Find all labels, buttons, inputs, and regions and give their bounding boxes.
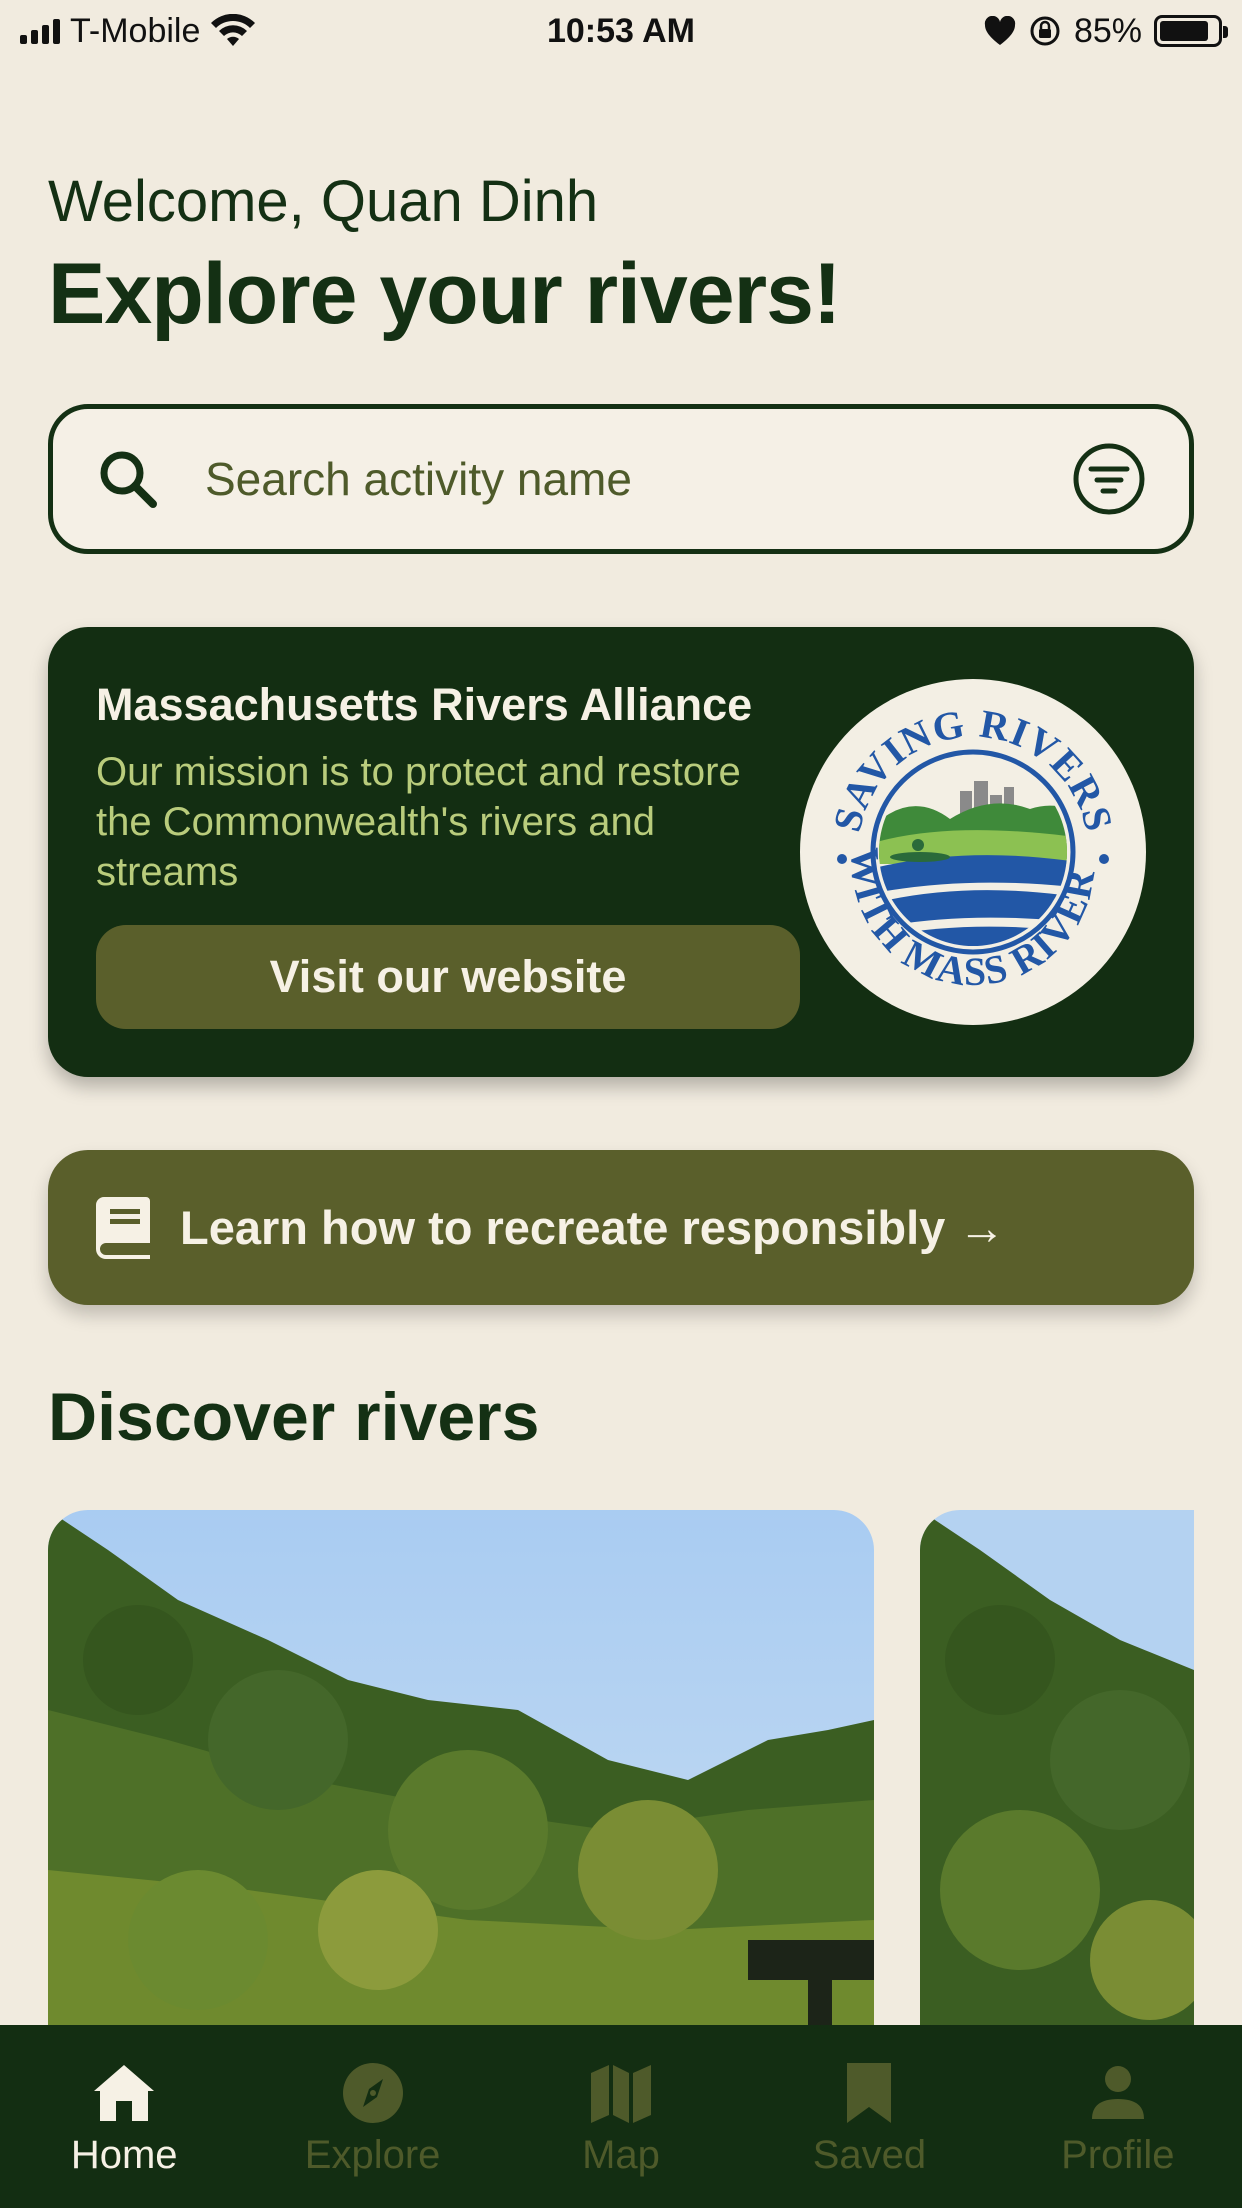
tab-label: Home (70, 2133, 178, 2177)
heart-icon (984, 16, 1016, 45)
status-left: T-Mobile (20, 12, 256, 51)
tab-bar: Home Explore Map Saved Profile (0, 2025, 1242, 2208)
river-card[interactable] (48, 1510, 874, 2030)
river-card[interactable] (920, 1510, 1194, 2030)
wifi-icon (211, 14, 256, 46)
learn-responsibly-button[interactable]: Learn how to recreate responsibly → (48, 1150, 1194, 1305)
tab-profile[interactable]: Profile (994, 2025, 1242, 2208)
discover-title: Discover rivers (48, 1379, 540, 1455)
mass-rivers-logo: SAVING RIVERS WITH MASS RIVERS (800, 679, 1146, 1025)
book-icon (96, 1196, 150, 1259)
bookmark-icon (847, 2063, 892, 2123)
status-bar: T-Mobile 10:53 AM 85% (0, 0, 1242, 62)
tab-map[interactable]: Map (497, 2025, 745, 2208)
battery-icon (1154, 15, 1228, 47)
alliance-description: Our mission is to protect and restore th… (96, 750, 741, 894)
learn-label: Learn how to recreate responsibly → (180, 1201, 1006, 1254)
tab-saved[interactable]: Saved (745, 2025, 993, 2208)
carrier-label: T-Mobile (70, 11, 201, 50)
tab-home[interactable]: Home (0, 2025, 248, 2208)
river-image (48, 1510, 874, 2030)
battery-percent: 85% (1073, 11, 1142, 50)
rotation-lock-icon (1030, 16, 1060, 46)
alliance-card: Massachusetts Rivers Alliance Our missio… (48, 627, 1194, 1077)
home-icon (94, 2065, 155, 2121)
filter-icon[interactable] (1071, 441, 1147, 517)
compass-icon (342, 2063, 403, 2123)
search-input[interactable] (205, 452, 1071, 506)
map-icon (591, 2065, 652, 2123)
search-bar[interactable] (48, 404, 1194, 554)
tab-label: Explore (304, 2133, 441, 2177)
search-icon (100, 451, 157, 508)
person-icon (1091, 2066, 1144, 2119)
status-right: 85% (984, 11, 1228, 51)
tab-label: Map (582, 2133, 660, 2177)
tab-label: Saved (812, 2133, 927, 2177)
signal-icon (20, 18, 60, 44)
river-image (920, 1510, 1194, 2030)
tab-label: Profile (1061, 2133, 1175, 2177)
alliance-title: Massachusetts Rivers Alliance (96, 679, 753, 730)
tab-explore[interactable]: Explore (248, 2025, 496, 2208)
visit-website-button[interactable]: Visit our website (96, 925, 800, 1029)
page-title: Explore your rivers! (48, 246, 842, 342)
welcome-text: Welcome, Quan Dinh (48, 169, 599, 234)
